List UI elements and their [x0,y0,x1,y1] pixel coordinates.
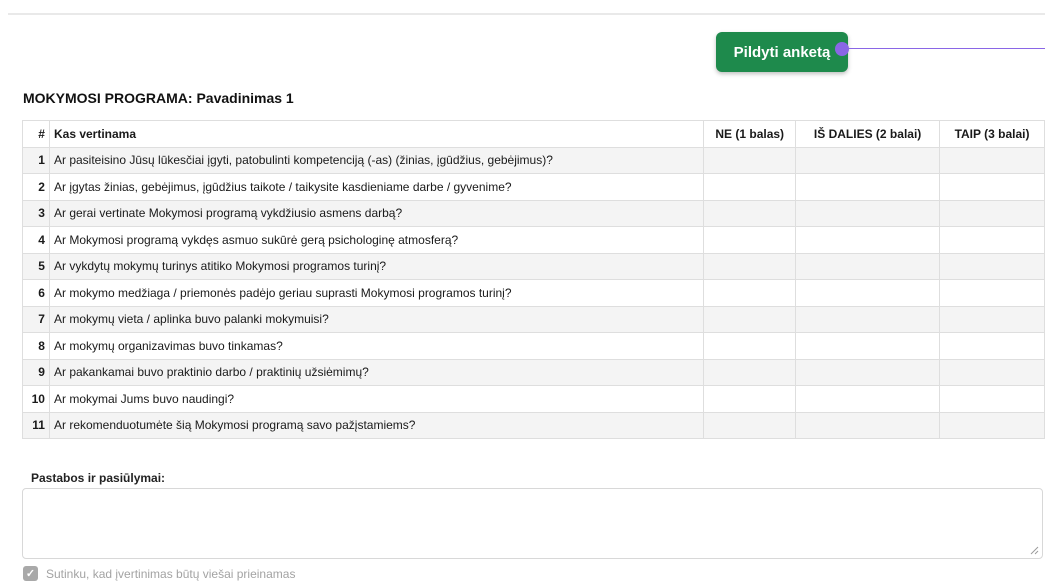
top-divider [8,13,1045,15]
row-question: Ar mokymo medžiaga / priemonės padėjo ge… [48,279,705,307]
resize-handle-icon[interactable] [1029,545,1039,555]
option-taip-cell[interactable] [939,252,1045,280]
option-is-dalies-cell[interactable] [795,252,941,280]
option-is-dalies-cell[interactable] [795,332,941,360]
option-is-dalies-cell[interactable] [795,385,941,413]
evaluation-table: # Kas vertinama NE (1 balas) IŠ DALIES (… [22,120,1045,439]
option-ne-cell[interactable] [703,411,797,439]
row-number: 10 [22,385,50,413]
option-is-dalies-cell[interactable] [795,226,941,254]
table-row: 9 Ar pakankamai buvo praktinio darbo / pr… [22,358,1045,386]
table-row: 6 Ar mokymo medžiaga / priemonės padėjo g… [22,279,1045,307]
option-taip-cell[interactable] [939,411,1045,439]
option-ne-cell[interactable] [703,146,797,174]
option-taip-cell[interactable] [939,332,1045,360]
table-header-row: # Kas vertinama NE (1 balas) IŠ DALIES (… [22,120,1045,148]
option-is-dalies-cell[interactable] [795,305,941,333]
row-question: Ar gerai vertinate Mokymosi programą vyk… [48,199,705,227]
row-question: Ar mokymai Jums buvo naudingi? [48,385,705,413]
pointer-line [848,48,1045,49]
row-question: Ar įgytas žinias, gebėjimus, įgūdžius ta… [48,173,705,201]
option-taip-cell[interactable] [939,199,1045,227]
table-row: 4 Ar Mokymosi programą vykdęs asmuo sukūr… [22,226,1045,254]
option-taip-cell[interactable] [939,279,1045,307]
row-question: Ar rekomenduotumėte šią Mokymosi program… [48,411,705,439]
table-row: 7 Ar mokymų vieta / aplinka buvo palanki … [22,305,1045,333]
option-ne-cell[interactable] [703,252,797,280]
option-is-dalies-cell[interactable] [795,358,941,386]
row-number: 1 [22,146,50,174]
option-taip-cell[interactable] [939,385,1045,413]
pointer-dot-icon [835,42,849,56]
row-question: Ar pasiteisino Jūsų lūkesčiai įgyti, pat… [48,146,705,174]
table-row: 3 Ar gerai vertinate Mokymosi programą vy… [22,199,1045,227]
row-question: Ar mokymų organizavimas buvo tinkamas? [48,332,705,360]
option-ne-cell[interactable] [703,226,797,254]
row-number: 3 [22,199,50,227]
row-number: 6 [22,279,50,307]
option-ne-cell[interactable] [703,279,797,307]
checkmark-icon[interactable]: ✓ [23,566,38,581]
row-question: Ar vykdytų mokymų turinys atitiko Mokymo… [48,252,705,280]
header-number: # [22,120,50,148]
row-number: 5 [22,252,50,280]
consent-row[interactable]: ✓ Sutinku, kad įvertinimas būtų viešai p… [23,566,295,581]
header-taip: TAIP (3 balai) [939,120,1045,148]
option-ne-cell[interactable] [703,199,797,227]
option-is-dalies-cell[interactable] [795,411,941,439]
consent-label: Sutinku, kad įvertinimas būtų viešai pri… [46,566,296,581]
section-title: MOKYMOSI PROGRAMA: Pavadinimas 1 [23,90,294,106]
option-taip-cell[interactable] [939,358,1045,386]
comments-textarea[interactable] [22,488,1043,559]
row-number: 8 [22,332,50,360]
row-number: 7 [22,305,50,333]
row-question: Ar mokymų vieta / aplinka buvo palanki m… [48,305,705,333]
table-row: 10 Ar mokymai Jums buvo naudingi? [22,385,1045,413]
comments-label: Pastabos ir pasiūlymai: [31,471,166,485]
table-row: 2 Ar įgytas žinias, gebėjimus, įgūdžius t… [22,173,1045,201]
option-is-dalies-cell[interactable] [795,279,941,307]
row-question: Ar pakankamai buvo praktinio darbo / pra… [48,358,705,386]
option-ne-cell[interactable] [703,332,797,360]
option-ne-cell[interactable] [703,358,797,386]
table-row: 11 Ar rekomenduotumėte šią Mokymosi progr… [22,411,1045,439]
fill-survey-button[interactable]: Pildyti anketą [716,32,848,72]
row-number: 9 [22,358,50,386]
table-body: 1 Ar pasiteisino Jūsų lūkesčiai įgyti, pa… [22,146,1045,439]
header-is-dalies: IŠ DALIES (2 balai) [795,120,941,148]
option-is-dalies-cell[interactable] [795,199,941,227]
option-taip-cell[interactable] [939,226,1045,254]
option-taip-cell[interactable] [939,305,1045,333]
row-question: Ar Mokymosi programą vykdęs asmuo sukūrė… [48,226,705,254]
option-taip-cell[interactable] [939,146,1045,174]
table-row: 8 Ar mokymų organizavimas buvo tinkamas? [22,332,1045,360]
row-number: 2 [22,173,50,201]
table-row: 5 Ar vykdytų mokymų turinys atitiko Mokym… [22,252,1045,280]
option-is-dalies-cell[interactable] [795,146,941,174]
header-question: Kas vertinama [48,120,705,148]
option-is-dalies-cell[interactable] [795,173,941,201]
row-number: 4 [22,226,50,254]
row-number: 11 [22,411,50,439]
option-ne-cell[interactable] [703,305,797,333]
option-ne-cell[interactable] [703,173,797,201]
option-ne-cell[interactable] [703,385,797,413]
table-row: 1 Ar pasiteisino Jūsų lūkesčiai įgyti, pa… [22,146,1045,174]
option-taip-cell[interactable] [939,173,1045,201]
header-ne: NE (1 balas) [703,120,797,148]
